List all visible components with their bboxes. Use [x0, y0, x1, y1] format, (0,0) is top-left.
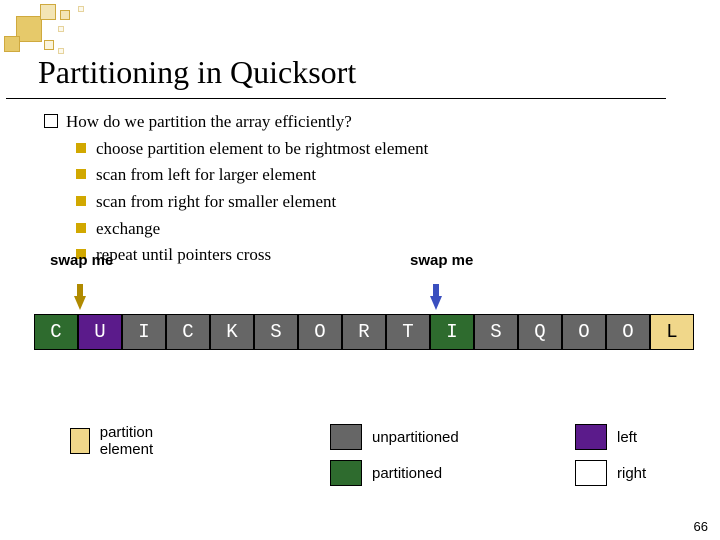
array-cell: O: [606, 314, 650, 350]
array-row: CUICKSORTISQOOL: [34, 314, 694, 350]
array-cell: R: [342, 314, 386, 350]
lead-question: How do we partition the array efficientl…: [44, 110, 684, 135]
bullet-text: exchange: [96, 217, 160, 242]
bullet-text: scan from left for larger element: [96, 163, 316, 188]
legend-item: right: [575, 460, 646, 486]
legend-swatch-partition: [70, 428, 90, 454]
legend-swatch-right: [575, 460, 607, 486]
legend-item: unpartitioned: [330, 424, 459, 450]
legend-label: partition element: [100, 424, 166, 458]
array-cell: T: [386, 314, 430, 350]
bullet-icon: [76, 169, 86, 179]
array-cell: L: [650, 314, 694, 350]
lead-text: How do we partition the array efficientl…: [66, 110, 352, 135]
bullet-icon: [76, 196, 86, 206]
legend-swatch-partitioned: [330, 460, 362, 486]
array-cell: C: [166, 314, 210, 350]
body-content: How do we partition the array efficientl…: [44, 110, 684, 270]
legend-swatch-unpartitioned: [330, 424, 362, 450]
bullet-item: scan from right for smaller element: [76, 190, 684, 215]
bullet-item: repeat until pointers cross: [76, 243, 684, 268]
arrow-down-icon: [430, 296, 442, 310]
legend-label: left: [617, 429, 637, 446]
array-cell: I: [430, 314, 474, 350]
legend-label: partitioned: [372, 465, 442, 482]
bullet-text: repeat until pointers cross: [96, 243, 271, 268]
swap-me-label-right: swap me: [410, 252, 473, 269]
bullet-text: scan from right for smaller element: [96, 190, 336, 215]
legend-item: partitioned: [330, 460, 459, 486]
page-number: 66: [694, 519, 708, 534]
legend-label: unpartitioned: [372, 429, 459, 446]
legend-swatch-left: [575, 424, 607, 450]
array-cell: I: [122, 314, 166, 350]
array-cell: S: [474, 314, 518, 350]
array-cell: O: [562, 314, 606, 350]
legend-item: partition element: [70, 424, 165, 458]
slide-title: Partitioning in Quicksort: [38, 54, 356, 91]
bullet-item: scan from left for larger element: [76, 163, 684, 188]
bullet-icon: [76, 223, 86, 233]
title-rule: [6, 98, 666, 99]
legend-label: right: [617, 465, 646, 482]
array-cell: Q: [518, 314, 562, 350]
bullet-item: exchange: [76, 217, 684, 242]
array-cell: K: [210, 314, 254, 350]
bullet-item: choose partition element to be rightmost…: [76, 137, 684, 162]
bullet-list: choose partition element to be rightmost…: [76, 137, 684, 268]
bullet-icon: [76, 143, 86, 153]
array-cell: U: [78, 314, 122, 350]
swap-me-label-left: swap me: [50, 252, 113, 269]
array-cell: C: [34, 314, 78, 350]
arrow-down-icon: [74, 296, 86, 310]
array-cell: O: [298, 314, 342, 350]
square-bullet-icon: [44, 114, 58, 128]
bullet-text: choose partition element to be rightmost…: [96, 137, 428, 162]
array-cell: S: [254, 314, 298, 350]
legend-item: left: [575, 424, 646, 450]
corner-decoration: [0, 0, 120, 60]
